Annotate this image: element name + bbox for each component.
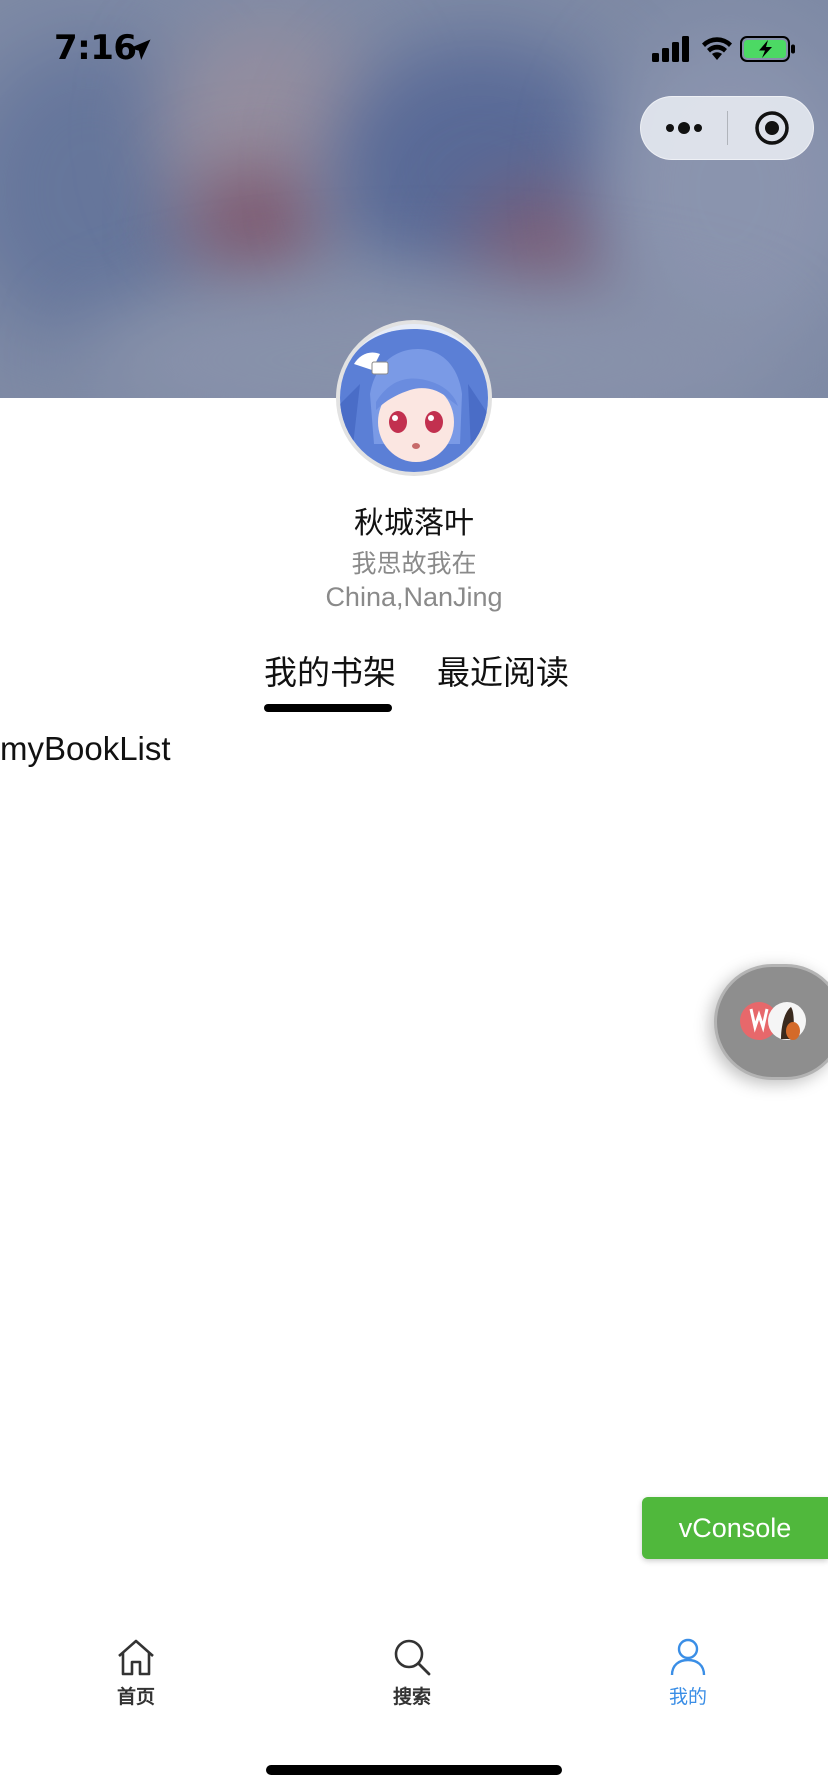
profile-location: China,NanJing xyxy=(325,582,503,612)
tabbar-item-home[interactable]: 首页 xyxy=(76,1620,196,1720)
profile-motto: 我思故我在 xyxy=(351,549,477,578)
tabbar-item-mine[interactable]: 我的 xyxy=(628,1620,748,1720)
wifi-icon xyxy=(702,37,732,60)
miniprogram-capsule xyxy=(640,96,814,160)
close-miniprogram-button[interactable] xyxy=(729,97,815,159)
home-icon xyxy=(118,1639,154,1676)
status-time: 7:16 xyxy=(54,28,137,68)
target-close-icon xyxy=(755,111,789,145)
cellular-signal-icon xyxy=(652,36,689,62)
profile-screen: 7:16 秋城落叶 我思故我在 China,NanJing 我的书架 最近阅读 … xyxy=(0,0,828,1792)
tab-my-bookshelf[interactable]: 我的书架 xyxy=(264,646,396,694)
book-list-placeholder: myBookList xyxy=(0,730,171,767)
status-bar: 7:16 xyxy=(0,0,828,100)
avatar-image xyxy=(340,324,488,472)
tab-recent-reading[interactable]: 最近阅读 xyxy=(437,646,569,694)
user-icon xyxy=(670,1638,706,1676)
tabbar-label-home: 首页 xyxy=(116,1686,155,1708)
vconsole-button[interactable]: vConsole xyxy=(642,1497,828,1559)
capsule-divider xyxy=(727,111,728,145)
tabbar-label-mine: 我的 xyxy=(668,1686,707,1708)
battery-charging-icon xyxy=(740,36,795,62)
search-icon xyxy=(394,1639,431,1676)
floating-avatars-icon xyxy=(740,1002,806,1040)
profile-name: 秋城落叶 xyxy=(354,506,474,541)
tabbar-item-search[interactable]: 搜索 xyxy=(352,1620,472,1720)
floating-app-bubble[interactable] xyxy=(714,964,828,1080)
more-menu-button[interactable] xyxy=(641,97,727,159)
profile-tabs: 我的书架 最近阅读 xyxy=(0,646,828,716)
bottom-tabbar: 首页 搜索 我的 xyxy=(0,1620,828,1730)
active-tab-indicator xyxy=(264,704,392,712)
location-arrow-icon xyxy=(129,39,151,60)
tabbar-label-search: 搜索 xyxy=(392,1686,431,1708)
more-dots-icon xyxy=(666,122,702,134)
home-indicator[interactable] xyxy=(266,1765,562,1775)
avatar[interactable] xyxy=(336,320,492,476)
